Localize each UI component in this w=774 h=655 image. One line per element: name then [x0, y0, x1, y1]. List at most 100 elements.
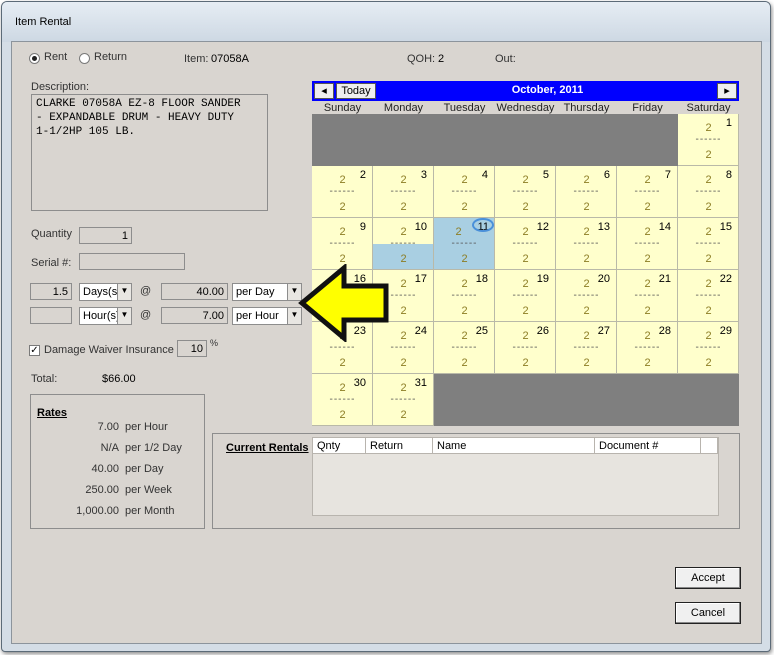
total-count: 2 — [644, 201, 651, 213]
day-divider: ------ — [451, 290, 478, 301]
calendar-day[interactable]: 29 2 ------ 2 — [678, 322, 739, 374]
calendar-header: ◂ Today October, 2011 ▸ — [312, 81, 739, 101]
calendar-day[interactable]: 28 2 ------ 2 — [617, 322, 678, 374]
chevron-down-icon[interactable]: ▼ — [117, 308, 131, 324]
day-divider: ------ — [390, 342, 417, 353]
total-count: 2 — [339, 357, 346, 369]
today-button[interactable]: Today — [336, 83, 376, 99]
rates-title: Rates — [37, 407, 67, 419]
day-divider: ------ — [451, 342, 478, 353]
available-count: 2 — [461, 278, 468, 290]
calendar-day[interactable]: 9 2 ------ 2 — [312, 218, 373, 270]
cancel-button[interactable]: Cancel — [675, 602, 741, 624]
chevron-down-icon[interactable]: ▼ — [117, 284, 131, 300]
calendar-day[interactable]: 22 2 ------ 2 — [678, 270, 739, 322]
available-count: 2 — [339, 382, 346, 394]
rate-unit: per Month — [125, 505, 175, 517]
day-rate-field[interactable]: 40.00 — [161, 283, 228, 300]
window-title: Item Rental — [15, 16, 72, 28]
calendar-day[interactable]: 6 2 ------ 2 — [556, 166, 617, 218]
calendar-day[interactable]: 1 2 ------ 2 — [678, 114, 739, 166]
calendar-day[interactable]: 5 2 ------ 2 — [495, 166, 556, 218]
hours-unit-select[interactable]: Hour(s) ▼ — [79, 307, 132, 325]
calendar-day[interactable]: 19 2 ------ 2 — [495, 270, 556, 322]
calendar-day[interactable]: 27 2 ------ 2 — [556, 322, 617, 374]
day-divider: ------ — [512, 186, 539, 197]
rate-value: N/A — [100, 442, 119, 454]
current-rentals-table[interactable]: Qnty Return Name Document # — [312, 437, 719, 516]
qoh-label: QOH: — [407, 53, 436, 65]
rent-radio[interactable] — [29, 53, 40, 64]
calendar-day[interactable]: 11 2 ------ 2 — [434, 218, 495, 270]
rate-row: 40.00 per Day — [31, 463, 211, 477]
serial-field[interactable] — [79, 253, 185, 270]
day-divider: ------ — [451, 238, 478, 249]
calendar-day[interactable]: 14 2 ------ 2 — [617, 218, 678, 270]
hour-per-select[interactable]: per Hour ▼ — [232, 307, 302, 325]
calendar-day[interactable]: 10 2 ------ 2 — [373, 218, 434, 270]
calendar-day[interactable]: 12 2 ------ 2 — [495, 218, 556, 270]
column-header-return[interactable]: Return — [366, 438, 433, 454]
total-count: 2 — [461, 357, 468, 369]
return-radio[interactable] — [79, 53, 90, 64]
rent-label: Rent — [44, 51, 68, 63]
day-divider: ------ — [512, 290, 539, 301]
weekday-label: Sunday — [323, 102, 362, 114]
days-unit-select[interactable]: Days(s) ▼ — [79, 283, 132, 301]
calendar-day[interactable]: 20 2 ------ 2 — [556, 270, 617, 322]
days-qty-field[interactable]: 1.5 — [30, 283, 72, 300]
rate-value: 250.00 — [85, 484, 119, 496]
calendar-day[interactable]: 26 2 ------ 2 — [495, 322, 556, 374]
total-count: 2 — [644, 253, 651, 265]
total-label: Total: — [31, 373, 58, 385]
calendar-day[interactable]: 21 2 ------ 2 — [617, 270, 678, 322]
column-header-document[interactable]: Document # — [595, 438, 701, 454]
available-count: 2 — [339, 174, 346, 186]
next-month-button[interactable]: ▸ — [717, 83, 737, 99]
calendar-day[interactable]: 31 2 ------ 2 — [373, 374, 434, 426]
prev-month-button[interactable]: ◂ — [314, 83, 334, 99]
day-per-select[interactable]: per Day ▼ — [232, 283, 302, 301]
total-count: 2 — [705, 253, 712, 265]
calendar-day[interactable]: 15 2 ------ 2 — [678, 218, 739, 270]
column-header-name[interactable]: Name — [433, 438, 595, 454]
rate-unit: per 1/2 Day — [125, 442, 182, 454]
rate-row: 1,000.00 per Month — [31, 505, 211, 519]
rate-row: N/A per 1/2 Day — [31, 442, 211, 456]
weekday-label: Saturday — [686, 102, 731, 114]
column-header-qnty[interactable]: Qnty — [313, 438, 366, 454]
day-divider: ------ — [695, 134, 722, 145]
out-label: Out: — [495, 53, 516, 65]
rate-value: 40.00 — [91, 463, 119, 475]
day-divider: ------ — [573, 186, 600, 197]
available-count: 2 — [522, 330, 529, 342]
day-divider: ------ — [512, 342, 539, 353]
total-count: 2 — [461, 305, 468, 317]
available-count: 2 — [455, 226, 462, 238]
arrow-left-icon — [298, 264, 389, 342]
available-count: 2 — [583, 174, 590, 186]
quantity-field[interactable]: 1 — [79, 227, 132, 244]
damage-waiver-field[interactable]: 10 — [177, 340, 207, 357]
rate-row: 250.00 per Week — [31, 484, 211, 498]
calendar-day[interactable]: 30 2 ------ 2 — [312, 374, 373, 426]
rate-unit: per Hour — [125, 421, 168, 433]
calendar-day[interactable]: 7 2 ------ 2 — [617, 166, 678, 218]
description-textarea[interactable]: CLARKE 07058A EZ-8 FLOOR SANDER - EXPAND… — [31, 94, 268, 211]
calendar-day[interactable]: 25 2 ------ 2 — [434, 322, 495, 374]
total-count: 2 — [583, 201, 590, 213]
at-symbol: @ — [140, 309, 152, 321]
calendar-day[interactable]: 3 2 ------ 2 — [373, 166, 434, 218]
calendar-day[interactable]: 8 2 ------ 2 — [678, 166, 739, 218]
accept-button[interactable]: Accept — [675, 567, 741, 589]
calendar-day[interactable]: 2 2 ------ 2 — [312, 166, 373, 218]
calendar-day[interactable]: 4 2 ------ 2 — [434, 166, 495, 218]
available-count: 2 — [705, 278, 712, 290]
rate-value: 1,000.00 — [76, 505, 119, 517]
hour-rate-field[interactable]: 7.00 — [161, 307, 228, 324]
hours-qty-field[interactable] — [30, 307, 72, 324]
calendar-day[interactable]: 18 2 ------ 2 — [434, 270, 495, 322]
damage-waiver-checkbox[interactable]: ✓ — [29, 345, 40, 356]
calendar-day[interactable]: 13 2 ------ 2 — [556, 218, 617, 270]
total-count: 2 — [339, 409, 346, 421]
